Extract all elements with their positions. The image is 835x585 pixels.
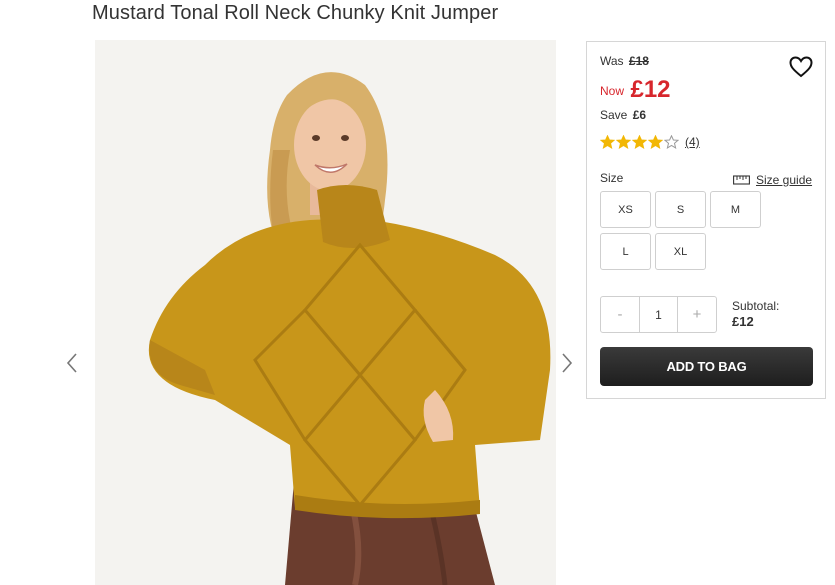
size-option-xs[interactable]: XS [600,191,651,228]
quantity-input[interactable]: 1 [639,297,678,332]
product-image[interactable] [95,40,556,585]
model-photo [95,40,556,585]
subtotal-label: Subtotal: [732,299,780,313]
size-option-s[interactable]: S [655,191,706,228]
now-label: Now [600,84,625,98]
star-filled-icon [600,135,615,149]
star-filled-icon [632,135,647,149]
star-filled-icon [616,135,631,149]
quantity-decrease-button[interactable]: - [601,297,639,332]
review-count-link[interactable]: (4) [685,135,700,149]
save-amount: £6 [632,108,647,122]
chevron-left-icon [66,353,77,373]
quantity-increase-button[interactable]: + [678,297,716,332]
was-price: £18 [628,54,649,68]
save-line: Save £6 [600,108,646,122]
size-option-xl[interactable]: XL [655,233,706,270]
was-price-line: Was £18 [600,54,649,68]
size-label: Size [600,171,624,185]
size-option-l[interactable]: L [600,233,651,270]
now-price: £12 [630,76,671,103]
wishlist-button[interactable] [789,56,813,78]
product-title: Mustard Tonal Roll Neck Chunky Knit Jump… [92,2,499,24]
rating[interactable]: (4) [600,134,700,150]
save-label: Save [600,108,628,122]
star-empty-icon [664,135,679,149]
star-rating [600,135,680,149]
size-guide-label: Size guide [756,173,813,187]
add-to-bag-button[interactable]: ADD TO BAG [600,347,813,386]
chevron-right-icon [562,353,573,373]
star-filled-icon [648,135,663,149]
subtotal: Subtotal: £12 [732,298,779,330]
ruler-icon [733,175,750,185]
prev-image-button[interactable] [62,350,82,376]
next-image-button[interactable] [557,350,577,376]
size-guide-link[interactable]: Size guide [733,173,812,187]
size-option-m[interactable]: M [710,191,761,228]
purchase-panel: Was £18 Now £12 Save £6 (4) Size Size gu… [586,41,826,399]
quantity-stepper: - 1 + [600,296,717,333]
heart-icon [789,56,813,78]
was-label: Was [600,54,624,68]
subtotal-value: £12 [732,314,754,329]
now-price-line: Now £12 [600,76,671,104]
